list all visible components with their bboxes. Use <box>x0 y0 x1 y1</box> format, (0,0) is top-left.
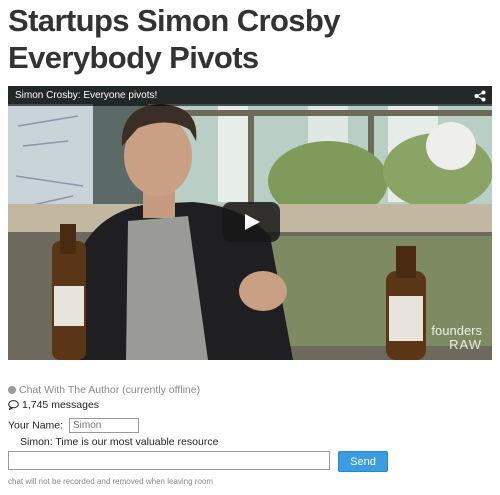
play-button[interactable] <box>222 202 280 242</box>
send-button[interactable]: Send <box>338 451 388 472</box>
watermark-line2: RAW <box>449 337 482 352</box>
share-icon[interactable] <box>474 90 486 102</box>
last-chat-message: Simon: Time is our most valuable resourc… <box>20 436 219 448</box>
watermark-line1: founders <box>431 323 482 338</box>
video-watermark: founders RAW <box>431 324 482 352</box>
status-dot-icon <box>8 386 16 394</box>
message-count-text: 1,745 messages <box>22 399 100 411</box>
video-player[interactable]: Simon Crosby: Everyone pivots! founders … <box>8 86 492 360</box>
play-icon <box>245 214 260 230</box>
chat-message-input[interactable] <box>8 451 330 470</box>
video-title-bar: Simon Crosby: Everyone pivots! <box>8 86 492 106</box>
name-label: Your Name: <box>8 419 64 432</box>
message-count: 1,745 messages <box>8 399 99 411</box>
video-title[interactable]: Simon Crosby: Everyone pivots! <box>15 90 157 101</box>
chat-status: Chat With The Author (currently offline) <box>8 384 200 396</box>
chat-disclaimer: chat will not be recorded and removed wh… <box>8 477 214 486</box>
chat-status-text: Chat With The Author (currently offline) <box>19 384 201 396</box>
name-input[interactable] <box>68 418 139 433</box>
name-row: Your Name: <box>8 418 139 433</box>
speech-bubble-icon <box>8 400 19 410</box>
page-title: Startups Simon Crosby Everybody Pivots <box>8 3 341 75</box>
